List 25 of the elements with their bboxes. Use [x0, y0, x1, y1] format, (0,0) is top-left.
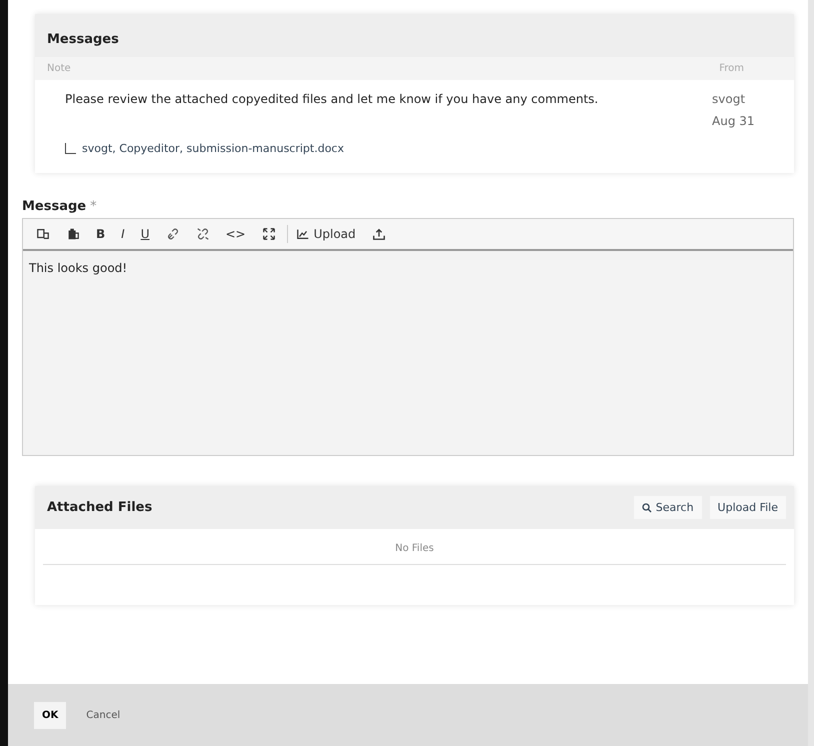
- format-button[interactable]: B: [91, 225, 110, 243]
- sender-name: svogt: [712, 91, 746, 108]
- ok-button[interactable]: OK: [34, 702, 66, 728]
- panel-title: Messages: [35, 14, 794, 57]
- column-header: From: [719, 63, 744, 74]
- reply-icon: [65, 143, 76, 154]
- empty-message: No Files: [43, 529, 786, 565]
- image-icon: [296, 227, 310, 241]
- image-upload-button[interactable]: Upload: [286, 225, 361, 243]
- message-editor[interactable]: B I U <> Upload This looks good!: [22, 218, 794, 456]
- format-button[interactable]: U: [136, 225, 154, 243]
- panel-title: Attached Files: [47, 500, 152, 515]
- format-button[interactable]: I: [116, 225, 130, 243]
- upload-file-button[interactable]: Upload File: [710, 496, 786, 519]
- attachment-link[interactable]: svogt, Copyeditor, submission-manuscript.docx: [82, 142, 344, 155]
- message-text: Please review the attached copyedited files and let me know if you have any comments.: [65, 91, 600, 108]
- required-mark: *: [90, 199, 97, 214]
- search-button[interactable]: Search: [634, 496, 702, 519]
- format-button[interactable]: <>: [220, 225, 251, 243]
- search-icon: [642, 502, 652, 512]
- editor-text[interactable]: This looks good!: [23, 251, 793, 455]
- column-header: Note: [47, 63, 71, 74]
- message-date: Aug 31: [712, 113, 756, 130]
- field-label: Message: [22, 199, 86, 214]
- cancel-button[interactable]: Cancel: [80, 708, 126, 722]
